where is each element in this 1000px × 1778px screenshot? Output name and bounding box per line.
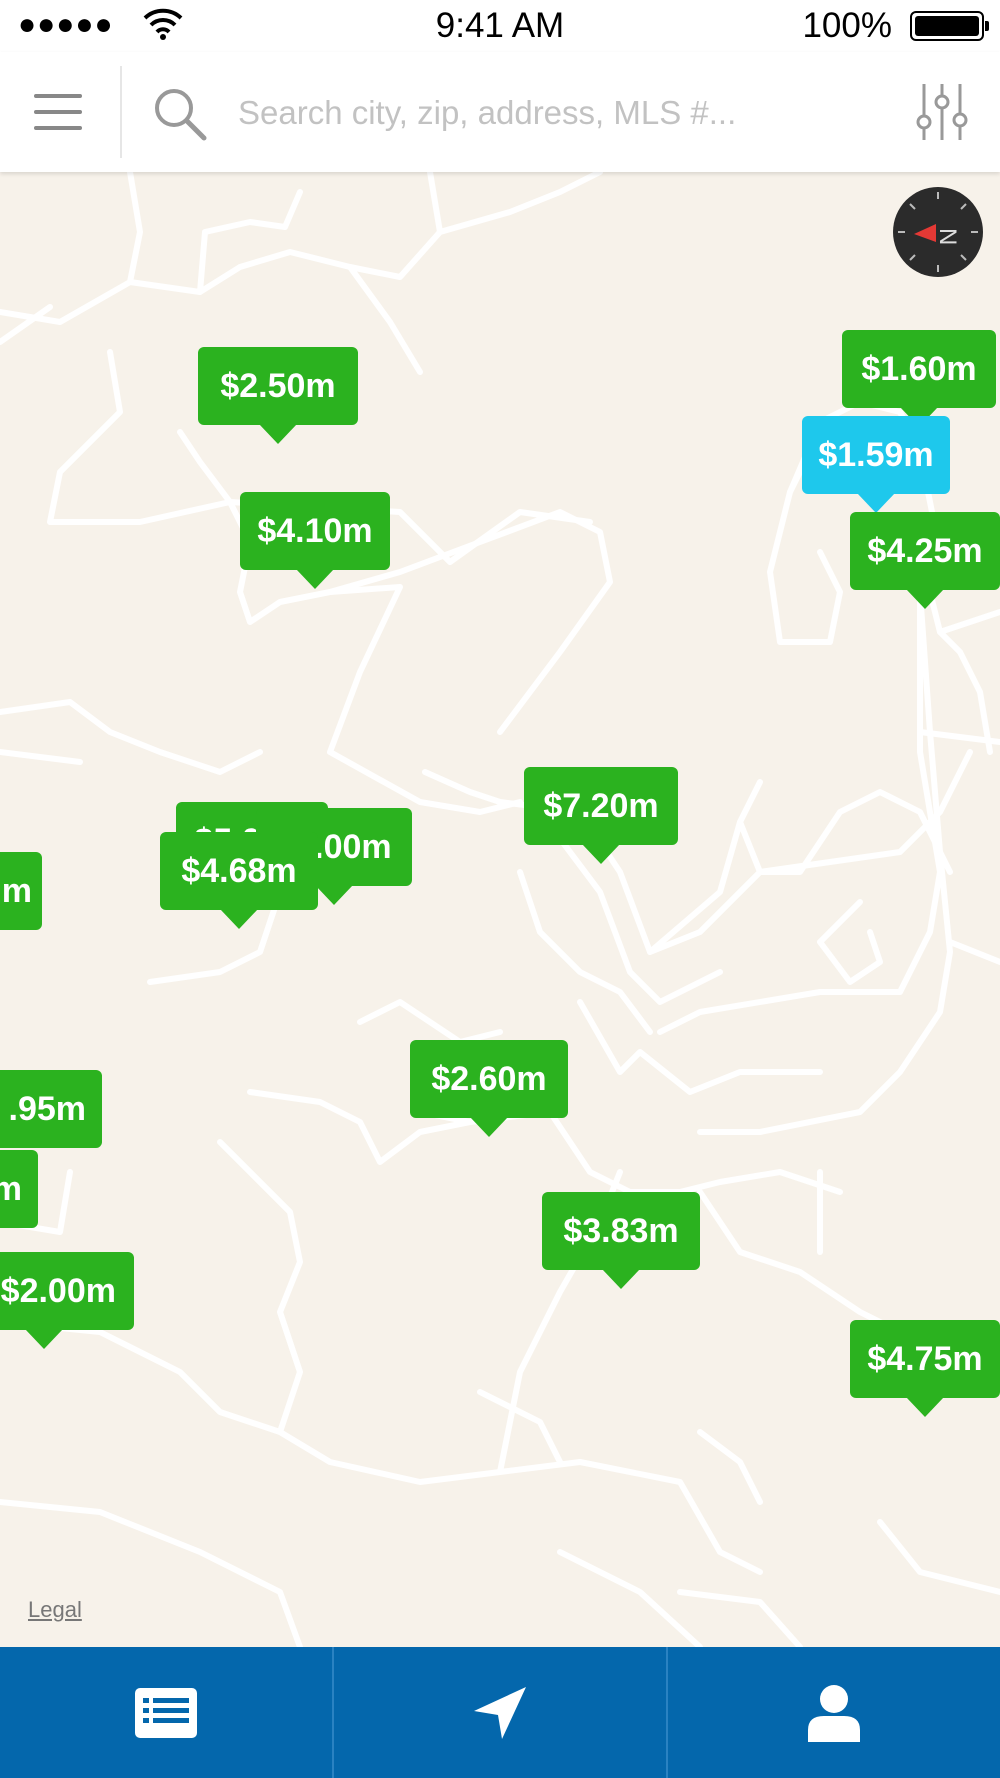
pin-label: m xyxy=(0,1170,22,1208)
battery-percent: 100% xyxy=(802,6,892,45)
pin-tail xyxy=(582,844,620,864)
pin-label: $7.20m xyxy=(543,787,659,825)
menu-icon xyxy=(34,94,82,98)
menu-icon-line xyxy=(34,126,82,130)
price-pin[interactable]: $4.68m xyxy=(160,832,318,929)
price-pin[interactable]: $2.00m xyxy=(0,1252,134,1349)
price-pin[interactable]: .95m xyxy=(0,1070,102,1148)
search-icon xyxy=(152,86,208,147)
pin-label: $4.75m xyxy=(867,1340,983,1378)
pin-tail xyxy=(602,1269,640,1289)
menu-button[interactable] xyxy=(20,78,96,146)
filter-button[interactable] xyxy=(912,80,972,144)
pin-tail xyxy=(259,424,297,444)
price-pin-selected[interactable]: $1.59m xyxy=(802,416,950,513)
pin-label: $2.50m xyxy=(220,367,336,405)
pin-tail xyxy=(470,1117,508,1137)
pin-label: $2.60m xyxy=(431,1060,547,1098)
price-pin[interactable]: $4.75m xyxy=(850,1320,1000,1417)
pin-label: m xyxy=(1,872,32,910)
price-pin[interactable]: $7.20m xyxy=(524,767,678,864)
sliders-icon xyxy=(916,84,968,140)
tab-nearby[interactable] xyxy=(332,1647,666,1778)
compass-button[interactable]: N xyxy=(892,186,984,278)
price-pin[interactable]: $4.10m xyxy=(240,492,390,589)
pin-tail xyxy=(25,1329,63,1349)
status-bar: ●●●●● 9:41 AM 100% xyxy=(0,0,1000,52)
pin-label: $2.00m xyxy=(0,1272,116,1310)
svg-text:N: N xyxy=(934,228,961,245)
location-arrow-icon xyxy=(474,1686,526,1739)
pin-label: $4.68m xyxy=(181,852,297,890)
person-icon xyxy=(808,1684,860,1742)
divider xyxy=(120,66,122,158)
battery-icon xyxy=(910,11,989,41)
price-pin[interactable]: $2.60m xyxy=(410,1040,568,1137)
price-pin[interactable]: $3.83m xyxy=(542,1192,700,1289)
pin-label: .95m xyxy=(8,1090,87,1128)
tab-list[interactable] xyxy=(0,1647,332,1778)
search-input[interactable] xyxy=(236,80,840,146)
tab-profile[interactable] xyxy=(666,1647,1000,1778)
price-pin[interactable]: $1.60m xyxy=(842,330,996,427)
list-icon xyxy=(135,1687,197,1738)
pin-label: $1.59m xyxy=(818,436,934,474)
search-bar xyxy=(0,52,1000,172)
price-pin[interactable]: $4.25m xyxy=(850,512,1000,609)
menu-icon-line xyxy=(34,110,82,114)
pin-tail xyxy=(906,1397,944,1417)
pin-label: $3.83m xyxy=(563,1212,679,1250)
pin-tail xyxy=(857,493,895,513)
tab-bar xyxy=(0,1647,1000,1778)
pin-tail xyxy=(296,569,334,589)
pin-label: $1.60m xyxy=(861,350,977,388)
pin-label: $4.10m xyxy=(257,512,373,550)
pin-tail xyxy=(220,909,258,929)
price-pin[interactable]: m xyxy=(0,852,42,930)
pin-tail xyxy=(315,885,353,905)
pin-label: $4.25m xyxy=(867,532,983,570)
price-pin[interactable]: m xyxy=(0,1150,38,1228)
pin-tail xyxy=(906,589,944,609)
map-view[interactable]: N $2.50m $4.10m $1.60m $1.59m $4.25m $7.… xyxy=(0,172,1000,1647)
price-pin[interactable]: $2.50m xyxy=(198,347,358,444)
compass-icon: N xyxy=(893,187,983,277)
legal-link[interactable]: Legal xyxy=(28,1597,82,1623)
